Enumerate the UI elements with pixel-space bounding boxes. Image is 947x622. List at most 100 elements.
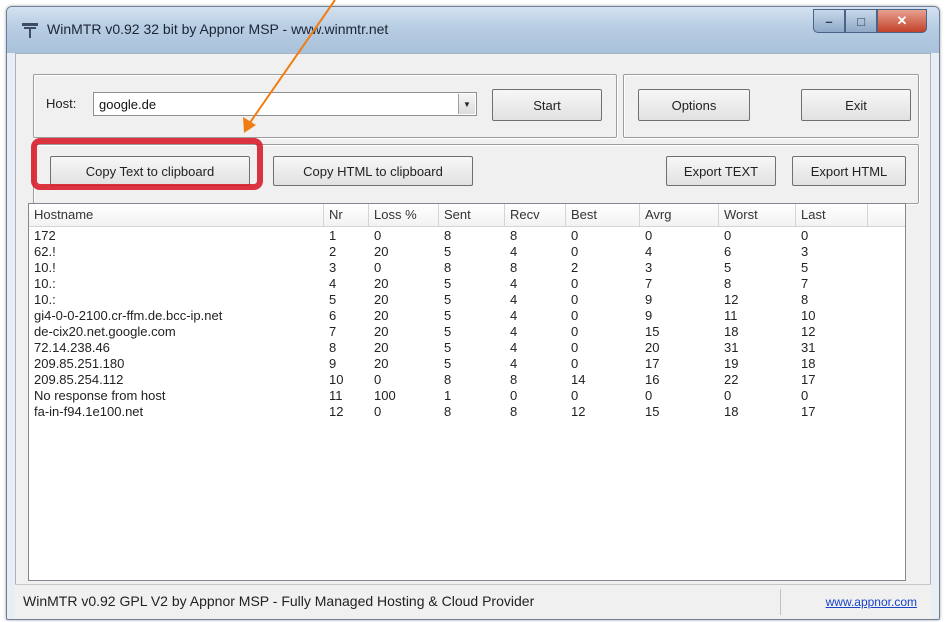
cell-loss: 20	[374, 276, 389, 291]
cell-nr: 11	[329, 388, 343, 403]
cell-worst: 31	[724, 340, 739, 355]
cell-sent: 5	[444, 292, 452, 307]
title-bar[interactable]: WinMTR v0.92 32 bit by Appnor MSP - www.…	[7, 7, 939, 53]
cell-best: 14	[571, 372, 586, 387]
trace-results-list[interactable]: Hostname Nr Loss % Sent Recv Best Avrg Worst Las…	[28, 203, 906, 581]
table-row[interactable]: 10.! 3 0 8 8 2 3 5 5	[29, 260, 905, 276]
cell-loss: 20	[374, 340, 389, 355]
table-row[interactable]: de-cix20.net.google.com 7 20 5 4 0 15 18 12	[29, 324, 905, 340]
column-header-avrg[interactable]: Avrg	[640, 204, 719, 226]
table-row[interactable]: 10.: 5 20 5 4 0 9 12 8	[29, 292, 905, 308]
cell-hostname: 10.:	[34, 292, 56, 307]
column-header-hostname[interactable]: Hostname	[29, 204, 324, 226]
export-text-button[interactable]: Export TEXT	[666, 156, 776, 186]
table-row[interactable]: fa-in-f94.1e100.net 12 0 8 8 12 15 18 17	[29, 404, 905, 420]
minimize-button[interactable]: –	[813, 9, 845, 33]
cell-sent: 5	[444, 324, 452, 339]
table-row[interactable]: 62.! 2 20 5 4 0 4 6 3	[29, 244, 905, 260]
close-button[interactable]: ✕	[877, 9, 927, 33]
host-value: google.de	[99, 97, 157, 112]
cell-nr: 4	[329, 276, 337, 291]
status-separator	[780, 589, 781, 615]
table-row[interactable]: 172 1 0 8 8 0 0 0 0	[29, 228, 905, 244]
host-label: Host:	[46, 96, 77, 111]
cell-avrg: 16	[645, 372, 660, 387]
cell-best: 0	[571, 276, 579, 291]
cell-sent: 8	[444, 404, 452, 419]
cell-best: 0	[571, 228, 579, 243]
cell-worst: 6	[724, 244, 732, 259]
cell-hostname: gi4-0-0-2100.cr-ffm.de.bcc-ip.net	[34, 308, 223, 323]
cell-sent: 8	[444, 228, 452, 243]
table-row[interactable]: 209.85.254.112 10 0 8 8 14 16 22 17	[29, 372, 905, 388]
cell-worst: 22	[724, 372, 739, 387]
table-row[interactable]: gi4-0-0-2100.cr-ffm.de.bcc-ip.net 6 20 5 4 0 9…	[29, 308, 905, 324]
column-header-recv[interactable]: Recv	[505, 204, 566, 226]
cell-worst: 0	[724, 388, 732, 403]
cell-sent: 8	[444, 260, 452, 275]
cell-recv: 4	[510, 356, 518, 371]
cell-avrg: 9	[645, 308, 653, 323]
maximize-button[interactable]: □	[845, 9, 877, 33]
column-header-last[interactable]: Last	[796, 204, 868, 226]
status-text: WinMTR v0.92 GPL V2 by Appnor MSP - Full…	[23, 593, 535, 609]
copy-html-button[interactable]: Copy HTML to clipboard	[273, 156, 473, 186]
cell-loss: 0	[374, 404, 382, 419]
cell-hostname: 72.14.238.46	[34, 340, 110, 355]
cell-avrg: 0	[645, 228, 653, 243]
cell-last: 18	[801, 356, 816, 371]
cell-last: 31	[801, 340, 816, 355]
chevron-down-icon[interactable]: ▼	[458, 94, 475, 114]
cell-hostname: 10.:	[34, 276, 56, 291]
cell-avrg: 17	[645, 356, 660, 371]
cell-sent: 5	[444, 244, 452, 259]
cell-sent: 5	[444, 308, 452, 323]
cell-sent: 5	[444, 340, 452, 355]
column-header-best[interactable]: Best	[566, 204, 640, 226]
column-header-loss[interactable]: Loss %	[369, 204, 439, 226]
cell-recv: 4	[510, 340, 518, 355]
cell-hostname: de-cix20.net.google.com	[34, 324, 176, 339]
table-row[interactable]: No response from host 11 100 1 0 0 0 0 0	[29, 388, 905, 404]
cell-loss: 0	[374, 372, 382, 387]
table-row[interactable]: 209.85.251.180 9 20 5 4 0 17 19 18	[29, 356, 905, 372]
cell-hostname: fa-in-f94.1e100.net	[34, 404, 144, 419]
cell-last: 0	[801, 228, 809, 243]
table-row[interactable]: 72.14.238.46 8 20 5 4 0 20 31 31	[29, 340, 905, 356]
cell-nr: 7	[329, 324, 337, 339]
column-header-sent[interactable]: Sent	[439, 204, 505, 226]
export-html-button[interactable]: Export HTML	[792, 156, 906, 186]
cell-best: 0	[571, 340, 579, 355]
cell-nr: 12	[329, 404, 344, 419]
cell-worst: 19	[724, 356, 739, 371]
cell-nr: 6	[329, 308, 337, 323]
start-button[interactable]: Start	[492, 89, 602, 121]
cell-sent: 5	[444, 276, 452, 291]
cell-avrg: 4	[645, 244, 653, 259]
window-title: WinMTR v0.92 32 bit by Appnor MSP - www.…	[47, 21, 389, 37]
cell-loss: 20	[374, 244, 389, 259]
exit-button[interactable]: Exit	[801, 89, 911, 121]
cell-sent: 8	[444, 372, 452, 387]
cell-hostname: 209.85.251.180	[34, 356, 125, 371]
cell-nr: 10	[329, 372, 344, 387]
cell-loss: 20	[374, 308, 389, 323]
cell-nr: 1	[329, 228, 337, 243]
cell-worst: 8	[724, 276, 732, 291]
column-header-nr[interactable]: Nr	[324, 204, 369, 226]
table-row[interactable]: 10.: 4 20 5 4 0 7 8 7	[29, 276, 905, 292]
host-combobox[interactable]: google.de ▼	[93, 92, 477, 116]
cell-best: 0	[571, 292, 579, 307]
options-button[interactable]: Options	[638, 89, 750, 121]
cell-best: 0	[571, 388, 579, 403]
cell-best: 2	[571, 260, 579, 275]
cell-nr: 9	[329, 356, 337, 371]
cell-hostname: 62.!	[34, 244, 56, 259]
column-header-worst[interactable]: Worst	[719, 204, 796, 226]
list-header: Hostname Nr Loss % Sent Recv Best Avrg Worst Las…	[29, 204, 905, 227]
cell-avrg: 9	[645, 292, 653, 307]
appnor-link[interactable]: www.appnor.com	[826, 595, 917, 609]
cell-loss: 0	[374, 228, 382, 243]
cell-recv: 4	[510, 292, 518, 307]
cell-recv: 0	[510, 388, 518, 403]
